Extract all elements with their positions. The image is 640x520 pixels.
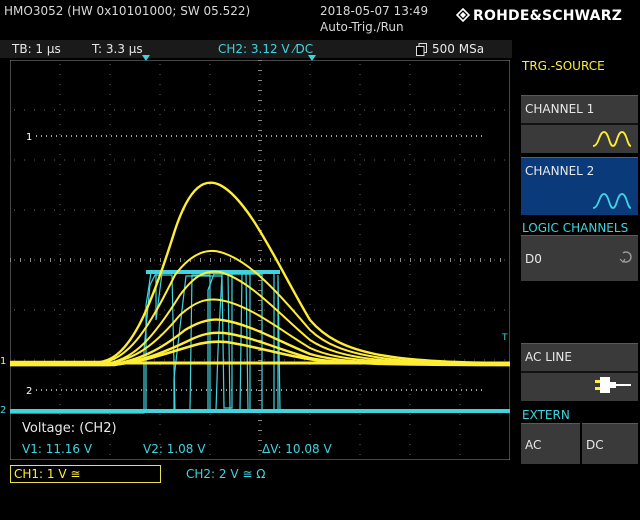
trigger-setting[interactable]: CH2: 3.12 V ⁄DC <box>218 42 313 56</box>
softkey-extern-dc-label: DC <box>586 438 604 452</box>
brand-name: ROHDE&SCHWARZ <box>473 8 623 24</box>
trigger-time-setting[interactable]: T: 3.3 µs <box>92 42 143 56</box>
softkey-extern-ac-label: AC <box>525 438 542 452</box>
measurement-v2: V2: 1.08 V <box>143 442 206 456</box>
trigger-position-marker[interactable] <box>142 55 150 61</box>
logic-channels-title: LOGIC CHANNELS <box>522 221 629 235</box>
waveform-display[interactable]: 1 2 <box>10 60 510 460</box>
measurement-v1: V1: 11.16 V <box>22 442 93 456</box>
ch2-waveform-icon <box>592 193 632 209</box>
return-arrow-icon <box>619 251 632 263</box>
cursor-1-label: 1 <box>26 132 32 143</box>
softkey-extern-ac[interactable]: AC <box>521 423 580 464</box>
softkey-channel-2-label: CHANNEL 2 <box>525 164 595 178</box>
softkey-extern-dc[interactable]: DC <box>582 423 638 464</box>
measurement-title: Voltage: (CH2) <box>22 421 117 436</box>
softkey-channel-2[interactable]: CHANNEL 2 <box>521 157 638 215</box>
softkey-d0[interactable]: D0 <box>521 235 638 281</box>
extern-title: EXTERN <box>522 408 570 422</box>
cursor-2-label: 2 <box>26 386 32 397</box>
rohde-schwarz-diamond-icon <box>456 8 470 22</box>
softkey-ac-line-label: AC LINE <box>525 350 572 364</box>
ch1-status[interactable]: CH1: 1 V ≅ <box>10 465 161 483</box>
softkey-d0-label: D0 <box>525 252 542 266</box>
softkey-channel-1-label: CHANNEL 1 <box>525 102 595 116</box>
trigger-level-marker[interactable]: T <box>502 333 508 343</box>
device-info: HMO3052 (HW 0x10101000; SW 05.522) <box>4 4 251 18</box>
sample-rate: 500 MSa <box>432 42 485 56</box>
ch2-ground-marker[interactable]: 2 <box>0 405 6 416</box>
measurement-delta-v: ΔV: 10.08 V <box>262 442 332 456</box>
timebase-setting[interactable]: TB: 1 µs <box>12 42 61 56</box>
power-plug-icon <box>595 377 631 393</box>
memory-icon <box>416 43 427 56</box>
date-time: 2018-05-07 13:49 <box>320 4 429 18</box>
trigger-time-marker[interactable] <box>308 55 316 61</box>
ch2-status[interactable]: CH2: 2 V ≅ Ω <box>186 466 265 482</box>
acquisition-mode: Auto-Trig./Run <box>320 20 404 34</box>
brand-logo: ROHDE&SCHWARZ <box>456 8 622 24</box>
softkey-ac-line[interactable]: AC LINE <box>521 343 638 401</box>
menu-title: TRG.-SOURCE <box>522 59 605 73</box>
ch1-ground-marker[interactable]: 1 <box>0 356 6 367</box>
ch1-waveform-icon <box>592 131 632 147</box>
softkey-channel-1[interactable]: CHANNEL 1 <box>521 95 638 153</box>
